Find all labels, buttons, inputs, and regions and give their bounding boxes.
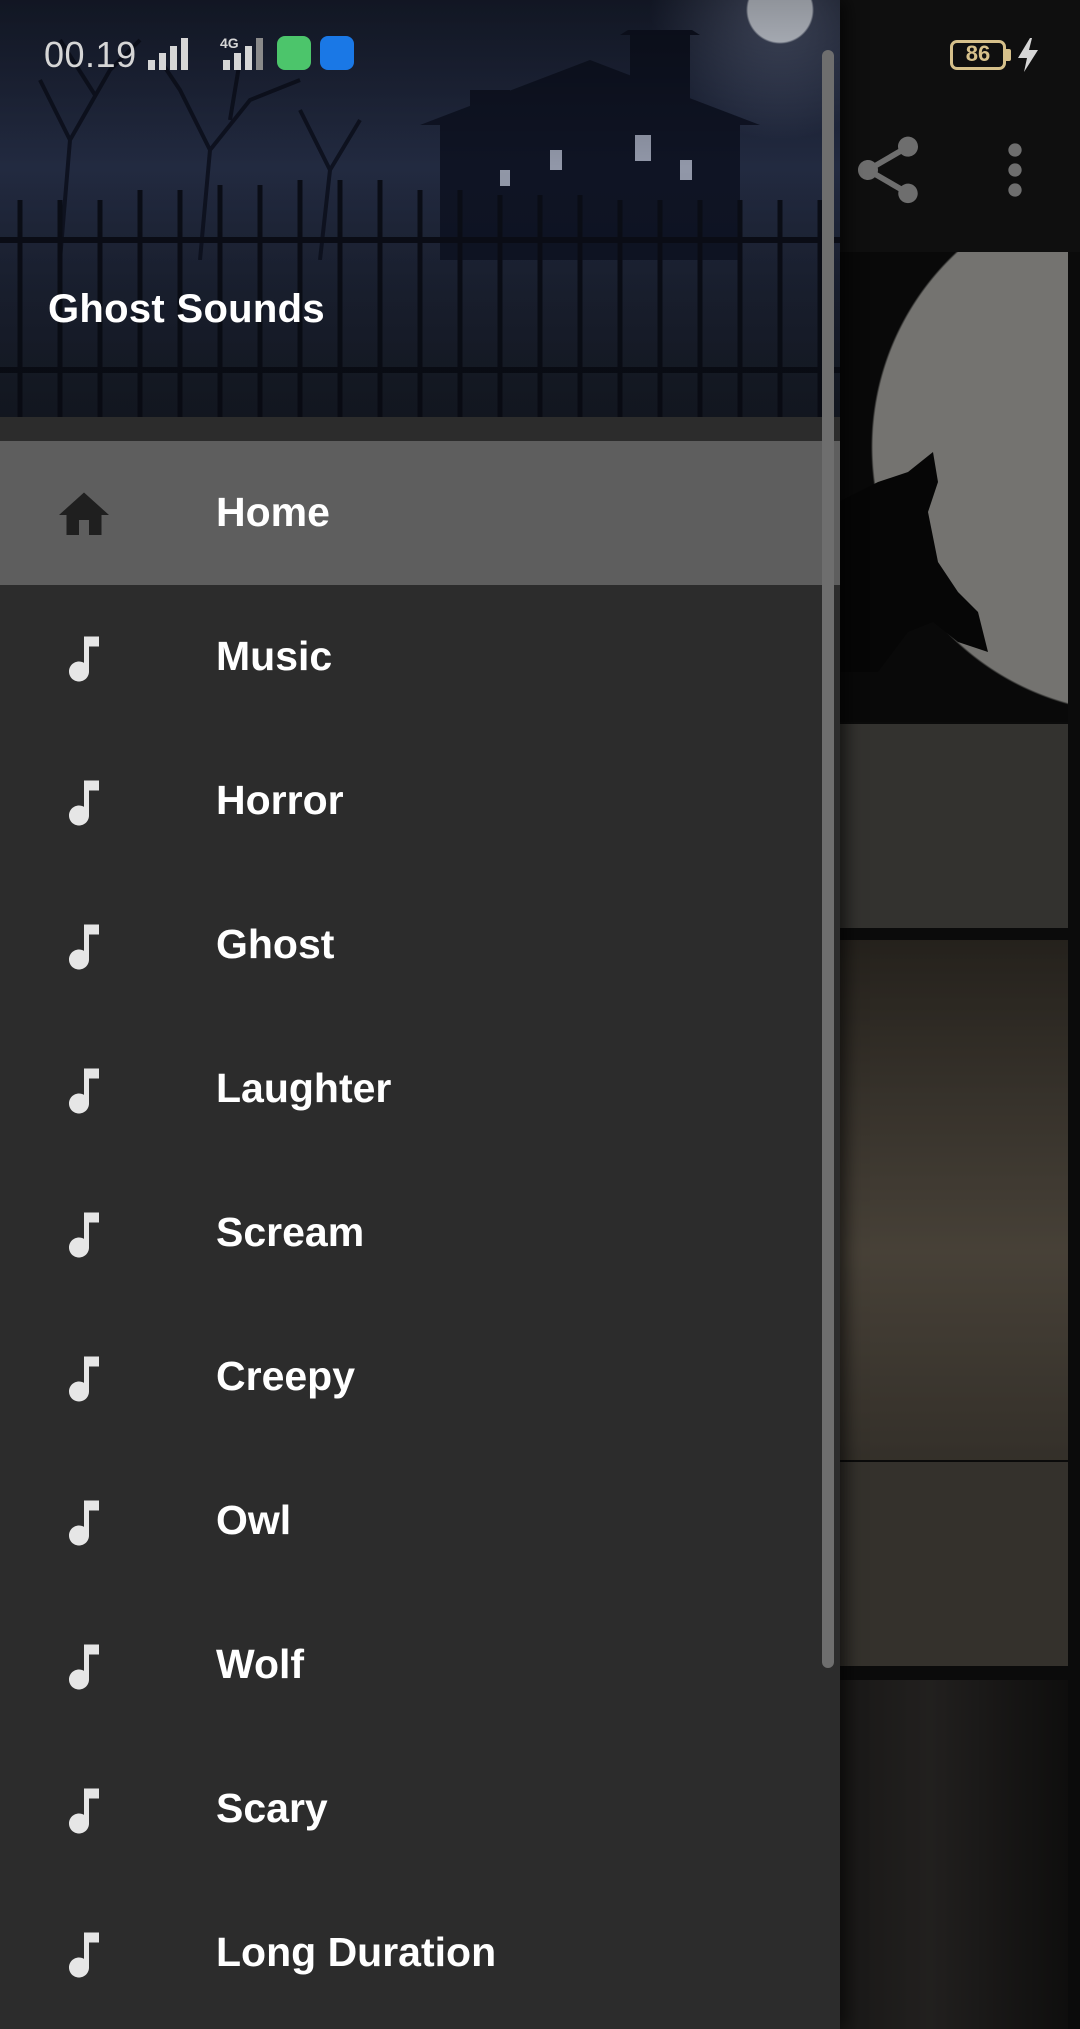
signal-strength-icon (223, 38, 263, 70)
music-note-icon (69, 1500, 99, 1546)
nav-item-wolf[interactable]: Wolf (0, 1593, 840, 1737)
nav-item-scary[interactable]: Scary (0, 1737, 840, 1881)
nav-item-label: Ghost (216, 921, 335, 967)
status-time: 00.19 (44, 34, 137, 75)
nav-item-home[interactable]: Home (0, 441, 840, 585)
charging-bolt-icon (1018, 38, 1038, 72)
nav-item-laughter[interactable]: Laughter (0, 1017, 840, 1161)
music-note-icon (69, 1356, 99, 1402)
status-bar: 00.19 4G 86 (0, 0, 1080, 108)
nav-item-owl[interactable]: Owl (0, 1449, 840, 1593)
nav-item-music[interactable]: Music (0, 585, 840, 729)
usb-notification-icon (320, 36, 354, 70)
nav-item-label: Music (216, 633, 333, 679)
music-note-icon (69, 924, 99, 970)
music-note-icon (69, 780, 99, 826)
battery-cap (1006, 49, 1011, 61)
battery-level: 86 (965, 41, 991, 66)
nav-item-label: Scream (216, 1209, 365, 1255)
drawer-scrollbar[interactable] (822, 50, 834, 1668)
nav-list: Home Music Horror Ghost Laughter Scream … (0, 441, 840, 2025)
nav-item-long-duration[interactable]: Long Duration (0, 1881, 840, 2025)
nav-item-label: Wolf (216, 1641, 305, 1687)
screen: f ration (0, 0, 1080, 2029)
signal-strength-icon (148, 38, 188, 70)
music-note-icon (69, 1932, 99, 1978)
messenger-notification-icon (277, 36, 311, 70)
nav-item-label: Owl (216, 1497, 292, 1543)
home-icon (59, 492, 109, 535)
drawer-title: Ghost Sounds (48, 287, 325, 331)
music-note-icon (69, 636, 99, 682)
nav-item-creepy[interactable]: Creepy (0, 1305, 840, 1449)
nav-item-label: Long Duration (216, 1929, 497, 1975)
nav-item-horror[interactable]: Horror (0, 729, 840, 873)
nav-item-scream[interactable]: Scream (0, 1161, 840, 1305)
nav-item-label: Horror (216, 777, 344, 823)
nav-item-label: Scary (216, 1785, 328, 1831)
music-note-icon (69, 1788, 99, 1834)
nav-item-label: Creepy (216, 1353, 356, 1399)
music-note-icon (69, 1068, 99, 1114)
navigation-drawer: Ghost Sounds Home Music Horror Ghost Lau… (0, 0, 840, 2029)
nav-item-label: Laughter (216, 1065, 392, 1111)
nav-item-label: Home (216, 489, 330, 535)
nav-item-ghost[interactable]: Ghost (0, 873, 840, 1017)
music-note-icon (69, 1644, 99, 1690)
music-note-icon (69, 1212, 99, 1258)
